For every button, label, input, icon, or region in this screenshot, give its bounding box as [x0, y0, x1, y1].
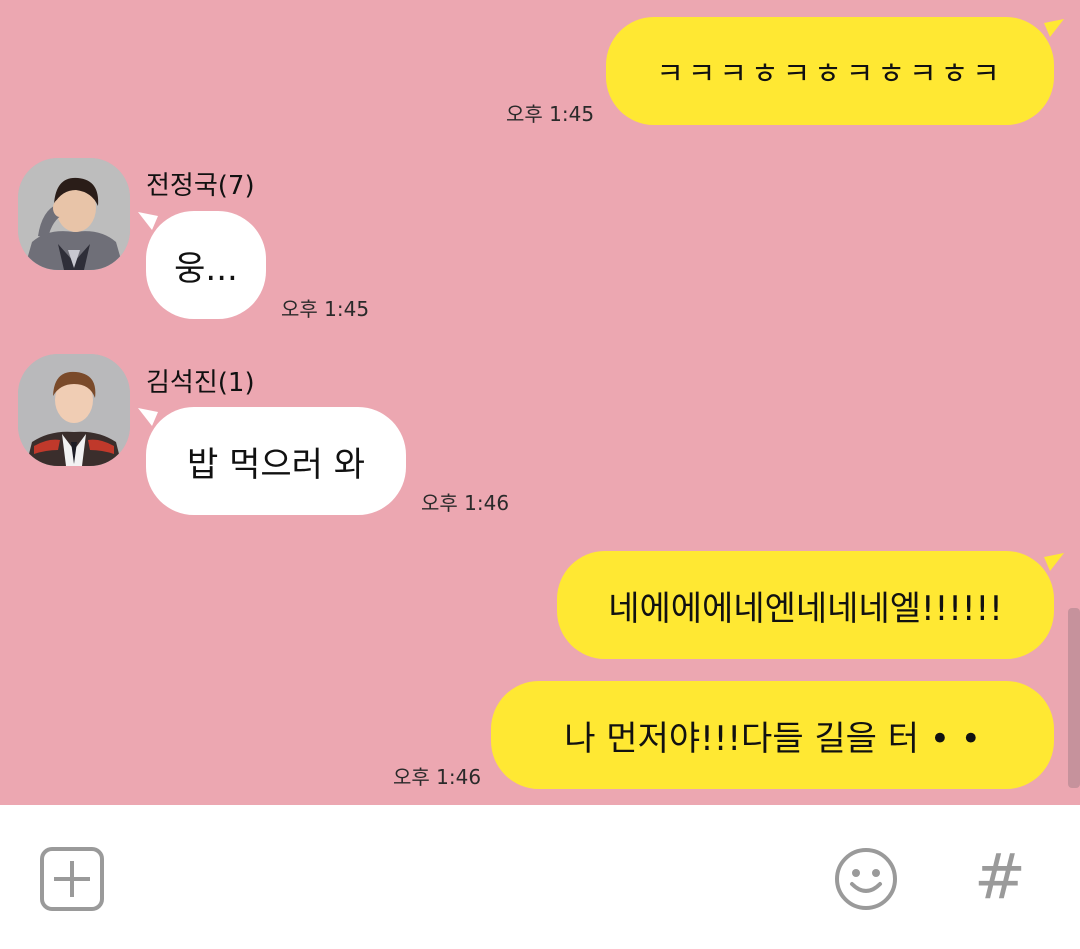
message-text: 나 먼저야!!!다들 길을 터 • • [564, 718, 981, 759]
their-message-bubble[interactable]: 웅... [146, 211, 266, 319]
bubble-tail [138, 408, 158, 426]
message-time: 오후 1:45 [506, 102, 595, 126]
bubble-tail [1044, 553, 1064, 571]
scrollbar[interactable] [1068, 608, 1080, 788]
bubble-tail [1044, 19, 1064, 37]
chat-area[interactable]: 오후 1:45 ㅋㅋㅋㅎㅋㅎㅋㅎㅋㅎㅋ 전정국(7) 웅... 오후 1:45 [0, 0, 1080, 805]
my-message-bubble[interactable]: 나 먼저야!!!다들 길을 터 • • [491, 681, 1054, 789]
attach-button[interactable] [38, 845, 106, 913]
message-text: 웅... [174, 248, 238, 289]
bubble-tail [138, 212, 158, 230]
message-text: 밥 먹으러 와 [186, 444, 365, 485]
hash-label: # [974, 840, 1026, 913]
avatar[interactable] [18, 158, 130, 270]
hashtag-button[interactable]: # [966, 841, 1034, 913]
my-message-bubble[interactable]: 네에에에네엔네네네엘!!!!!! [557, 551, 1054, 659]
input-bar: # [0, 805, 1080, 949]
avatar[interactable] [18, 354, 130, 466]
message-time: 오후 1:46 [421, 491, 510, 515]
message-text: 네에에에네엔네네네엘!!!!!! [608, 588, 1003, 629]
message-text: ㅋㅋㅋㅎㅋㅎㅋㅎㅋㅎㅋ [656, 57, 1004, 92]
sender-name: 전정국(7) [146, 171, 255, 201]
their-message-bubble[interactable]: 밥 먹으러 와 [146, 407, 406, 515]
plus-icon [40, 847, 104, 911]
profile-photo-icon [18, 354, 130, 466]
emoji-button[interactable] [832, 845, 900, 913]
message-time: 오후 1:45 [281, 297, 370, 321]
sender-name: 김석진(1) [146, 368, 255, 398]
smiley-icon [835, 848, 897, 910]
message-time: 오후 1:46 [393, 765, 482, 789]
profile-photo-icon [18, 158, 130, 270]
my-message-bubble[interactable]: ㅋㅋㅋㅎㅋㅎㅋㅎㅋㅎㅋ [606, 17, 1054, 125]
